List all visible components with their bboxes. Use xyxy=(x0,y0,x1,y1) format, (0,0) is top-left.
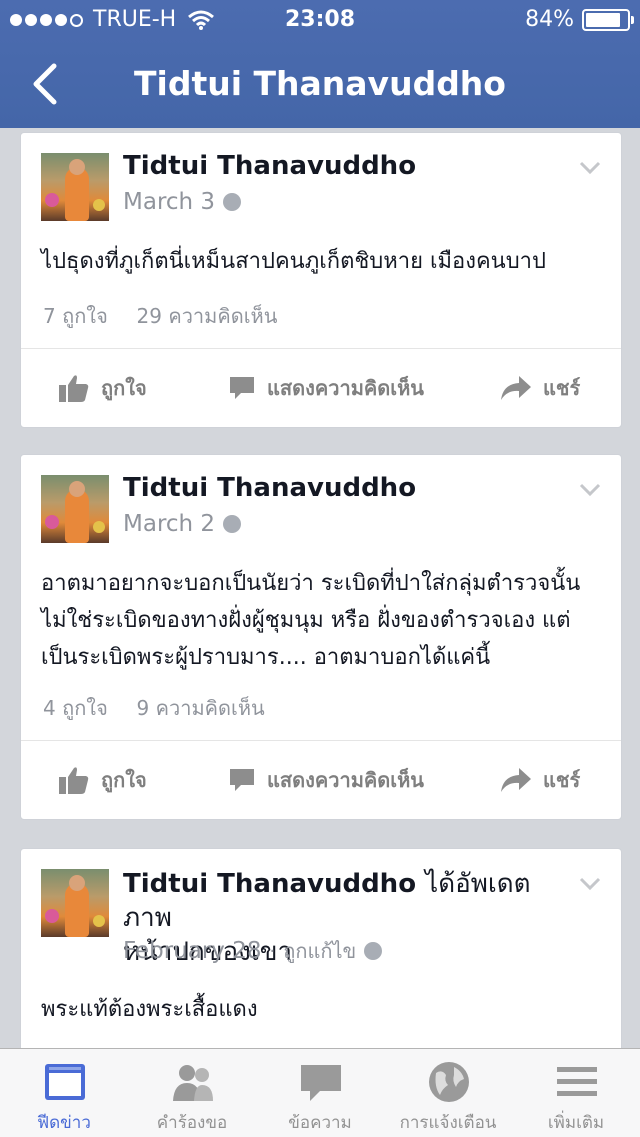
messages-icon xyxy=(301,1065,341,1101)
avatar[interactable] xyxy=(41,869,109,937)
post-date[interactable]: March 3 xyxy=(123,189,242,215)
chevron-down-icon[interactable] xyxy=(579,483,601,497)
comment-count: 29 ความคิดเห็น xyxy=(136,304,278,328)
top-bar: TRUE-H 23:08 84% Tidtui Thanavuddho xyxy=(0,0,640,128)
post-date-text: March 2 xyxy=(123,511,216,537)
like-button[interactable]: ถูกใจ xyxy=(59,349,147,427)
tab-label: เพิ่มเติม xyxy=(547,1113,605,1133)
comment-label: แสดงความคิดเห็น xyxy=(267,376,424,400)
post-date[interactable]: February 28 · ถูกแก้ไข xyxy=(123,935,383,967)
battery-area: 84% xyxy=(525,0,634,40)
chevron-down-icon[interactable] xyxy=(579,161,601,175)
tab-more[interactable]: เพิ่มเติม xyxy=(512,1049,640,1137)
tab-notifications[interactable]: การแจ้งเตือน xyxy=(384,1049,512,1137)
post-card: Tidtui Thanavuddho ได้อัพเดตภาพ หน้าปกขอ… xyxy=(20,848,622,1048)
globe-icon xyxy=(364,942,383,960)
navigation-bar: Tidtui Thanavuddho xyxy=(0,40,640,128)
post-text: อาตมาอยากจะบอกเป็นนัยว่า ระเบิดที่ปาใส่ก… xyxy=(41,571,581,670)
comment-icon xyxy=(230,377,254,399)
thumbs-up-icon xyxy=(59,375,89,402)
tab-messages[interactable]: ข้อความ xyxy=(256,1049,384,1137)
share-button[interactable]: แชร์ xyxy=(501,741,580,819)
like-label: ถูกใจ xyxy=(101,768,147,792)
tab-bar: ฟีดข่าว คำร้องขอ ข้อความ การแจ้งเตือน เพ… xyxy=(0,1048,640,1137)
share-label: แชร์ xyxy=(543,768,581,792)
friend-requests-icon xyxy=(173,1065,213,1101)
comment-button[interactable]: แสดงความคิดเห็น xyxy=(229,741,424,819)
tab-label: การแจ้งเตือน xyxy=(399,1113,497,1133)
like-count: 4 ถูกใจ xyxy=(43,696,108,720)
share-arrow-icon xyxy=(501,376,531,400)
share-label: แชร์ xyxy=(543,376,581,400)
tab-label: ฟีดข่าว xyxy=(37,1113,91,1133)
tab-label: ข้อความ xyxy=(288,1113,352,1133)
post-date-text: February 28 xyxy=(123,938,262,964)
post-card: Tidtui Thanavuddho March 2 อาตมาอยากจะบอ… xyxy=(20,454,622,820)
share-button[interactable]: แชร์ xyxy=(501,349,580,427)
notifications-globe-icon xyxy=(429,1062,469,1102)
comment-button[interactable]: แสดงความคิดเห็น xyxy=(229,349,424,427)
post-author[interactable]: Tidtui Thanavuddho xyxy=(123,151,416,181)
tab-label: คำร้องขอ xyxy=(156,1113,228,1133)
post-author-name: Tidtui Thanavuddho xyxy=(123,869,417,899)
avatar[interactable] xyxy=(41,153,109,221)
like-label: ถูกใจ xyxy=(101,376,147,400)
tab-friend-requests[interactable]: คำร้องขอ xyxy=(128,1049,256,1137)
share-arrow-icon xyxy=(501,768,531,792)
tab-news-feed[interactable]: ฟีดข่าว xyxy=(0,1049,128,1137)
post-stats[interactable]: 4 ถูกใจ 9 ความคิดเห็น xyxy=(43,692,265,724)
globe-icon xyxy=(223,515,242,533)
comment-icon xyxy=(230,769,254,791)
page-title: Tidtui Thanavuddho xyxy=(134,64,506,103)
post-date-text: March 3 xyxy=(123,189,216,215)
news-feed[interactable]: Tidtui Thanavuddho March 3 ไปธุดงที่ภูเก… xyxy=(0,128,640,1048)
status-bar: TRUE-H 23:08 84% xyxy=(0,0,640,40)
post-actions: ถูกใจ แสดงความคิดเห็น แชร์ xyxy=(21,741,621,819)
post-date[interactable]: March 2 xyxy=(123,511,242,537)
battery-percent: 84% xyxy=(525,7,574,32)
battery-icon xyxy=(582,9,634,31)
post-actions: ถูกใจ แสดงความคิดเห็น แชร์ xyxy=(21,349,621,427)
like-button[interactable]: ถูกใจ xyxy=(59,741,147,819)
comment-count: 9 ความคิดเห็น xyxy=(136,696,265,720)
comment-label: แสดงความคิดเห็น xyxy=(267,768,424,792)
post-card: Tidtui Thanavuddho March 3 ไปธุดงที่ภูเก… xyxy=(20,132,622,428)
globe-icon xyxy=(223,193,242,211)
post-stats[interactable]: 7 ถูกใจ 29 ความคิดเห็น xyxy=(43,300,277,332)
news-feed-icon xyxy=(45,1064,85,1100)
thumbs-up-icon xyxy=(59,767,89,794)
chevron-down-icon[interactable] xyxy=(579,877,601,891)
like-count: 7 ถูกใจ xyxy=(43,304,108,328)
more-menu-icon xyxy=(557,1067,597,1096)
post-author[interactable]: Tidtui Thanavuddho xyxy=(123,473,416,503)
avatar[interactable] xyxy=(41,475,109,543)
edited-label[interactable]: ถูกแก้ไข xyxy=(283,935,356,967)
post-text: พระแท้ต้องพระเสื้อแดง xyxy=(41,997,258,1022)
post-text: ไปธุดงที่ภูเก็ตนี่เหม็นสาปคนภูเก็ตชิบหาย… xyxy=(41,249,547,274)
